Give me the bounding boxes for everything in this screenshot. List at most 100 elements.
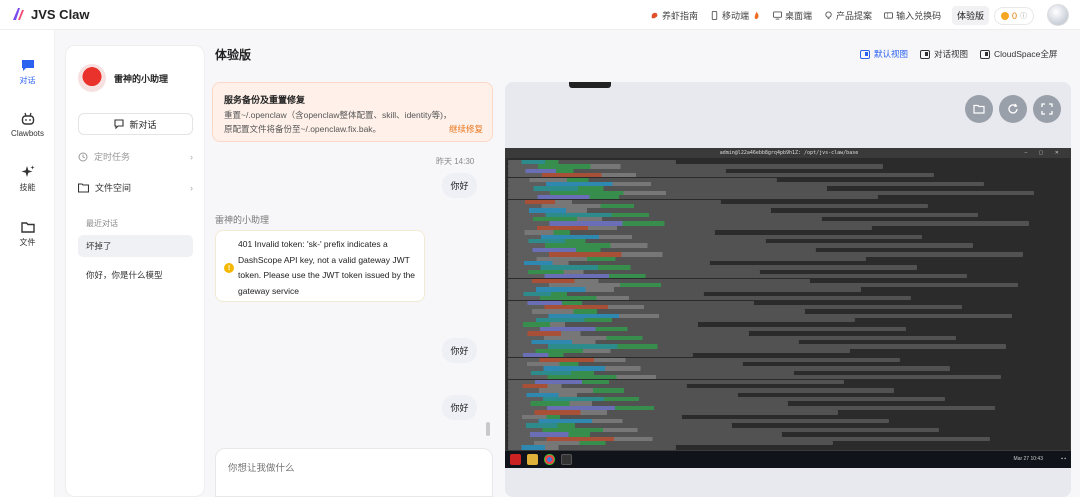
continue-repair-button[interactable]: 继续修复: [449, 123, 483, 135]
view-default[interactable]: 默认视图: [860, 48, 908, 60]
user-message: 你好: [442, 338, 477, 363]
ticket-icon: [884, 12, 894, 19]
rail-item-clawbots[interactable]: Clawbots: [0, 112, 55, 138]
terminal-line: [508, 274, 968, 279]
recent-title: 最近对话: [86, 219, 118, 228]
desktop-icon: [773, 11, 783, 20]
terminal-line: [508, 410, 839, 415]
folder-icon: [973, 104, 985, 114]
new-chat-icon: [114, 119, 125, 129]
view-cloudspace-fullscreen[interactable]: CloudSpace全屏: [980, 48, 1057, 60]
fullscreen-view-icon: [980, 49, 991, 59]
chevron-right-icon: ›: [190, 151, 193, 162]
terminal-line: [508, 375, 1001, 380]
tray-icon: ▪ ▪: [1061, 456, 1066, 462]
bot-name: 雷神的小助理: [215, 215, 270, 225]
claw-logo-icon: [13, 8, 24, 20]
nav-proposal[interactable]: 产品提案: [824, 9, 872, 22]
fire-icon: [754, 11, 759, 20]
terminal-line: [508, 186, 828, 191]
terminal-line: [508, 208, 772, 213]
view-switcher: 默认视图 对话视图 CloudSpace全屏: [860, 48, 1057, 60]
terminal-line: [508, 287, 861, 292]
plan-area: 体验版 0 ⓘ: [952, 6, 1035, 25]
remote-folder-button[interactable]: [965, 95, 993, 123]
assistant-name: 雷神的小助理: [114, 73, 169, 84]
terminal-window[interactable]: admin@l22a46ebb8grq4pb9h1Z: /opt/jvs-cla…: [505, 148, 1071, 451]
plan-badge[interactable]: 体验版: [952, 6, 990, 25]
warning-icon: !: [224, 263, 234, 273]
left-rail: 对话 Clawbots 技能 文件: [0, 30, 55, 497]
credits-badge[interactable]: 0 ⓘ: [994, 6, 1035, 25]
chevron-right-icon: ›: [190, 182, 193, 193]
recent-conversation-item[interactable]: 你好，你是什么模型: [78, 264, 193, 286]
chat-view-icon: [920, 49, 931, 59]
terminal-line: [508, 252, 1024, 257]
remote-screen[interactable]: admin@l22a46ebb8grq4pb9h1Z: /opt/jvs-cla…: [505, 148, 1071, 468]
user-message: 你好: [442, 173, 477, 198]
file-space-item[interactable]: 文件空间 ›: [78, 181, 193, 194]
remote-fullscreen-button[interactable]: [1033, 95, 1061, 123]
start-icon[interactable]: [510, 454, 521, 465]
nav-mobile[interactable]: 移动端: [710, 9, 761, 22]
recent-conversation-item[interactable]: 坏掉了: [78, 235, 193, 257]
mobile-icon: [711, 11, 718, 20]
terminal-line: [508, 432, 783, 437]
chrome-icon[interactable]: [544, 454, 555, 465]
terminal-line: [508, 195, 878, 200]
assistant-header: 雷神的小助理: [78, 64, 168, 92]
remote-refresh-button[interactable]: [999, 95, 1027, 123]
info-icon: ⓘ: [1020, 12, 1028, 20]
message-timestamp: 昨天 14:30: [436, 157, 475, 166]
view-chat[interactable]: 对话视图: [920, 48, 968, 60]
terminal-line: [508, 173, 934, 178]
assistant-avatar: [78, 64, 106, 92]
nav-desktop[interactable]: 桌面端: [773, 9, 812, 22]
folder-icon: [78, 182, 89, 193]
files-icon[interactable]: [527, 454, 538, 465]
brand[interactable]: JVS Claw: [10, 6, 90, 22]
chat-scrollbar[interactable]: [486, 422, 490, 436]
remote-handle[interactable]: [569, 82, 611, 88]
brand-name: JVS Claw: [31, 6, 90, 22]
folder-icon: [20, 222, 35, 233]
terminal-output: [508, 160, 1068, 450]
lightbulb-icon: [825, 11, 832, 20]
split-view-icon: [860, 49, 870, 59]
banner-title: 服务备份及重置修复: [224, 95, 306, 105]
cloudspace-remote-desktop[interactable]: admin@l22a46ebb8grq4pb9h1Z: /opt/jvs-cla…: [505, 82, 1071, 497]
terminal-line: [508, 296, 912, 301]
rail-item-files[interactable]: 文件: [0, 220, 55, 248]
banner-body: 重置~/.openclaw（含openclaw整体配置、skill、identi…: [224, 110, 452, 134]
coin-icon: [1001, 11, 1010, 20]
message-composer: [215, 448, 493, 497]
conversation-sidebar: 雷神的小助理 新对话 定时任务 › 文件空间 › 最近对话 坏掉了 你好，你是什…: [65, 45, 205, 497]
bot-icon: [21, 112, 34, 125]
credits-value: 0: [1012, 10, 1018, 21]
user-avatar[interactable]: [1047, 4, 1069, 26]
top-bar: JVS Claw 养虾指南 移动端 桌面端 产品提案 输入兑换码 体验版 0 ⓘ: [0, 0, 1080, 30]
terminal-title: admin@l22a46ebb8grq4pb9h1Z: /opt/jvs-cla…: [506, 149, 1071, 158]
terminal-icon[interactable]: [561, 454, 572, 465]
terminal-line: [508, 353, 693, 358]
terminal-line: [508, 309, 805, 314]
new-chat-button[interactable]: 新对话: [78, 113, 193, 135]
sparkle-icon: [21, 165, 34, 177]
shrimp-icon: [651, 12, 658, 19]
window-controls-icon[interactable]: – ▢ ✕: [1025, 150, 1064, 156]
page-title: 体验版: [215, 48, 252, 62]
repair-banner: 服务备份及重置修复 重置~/.openclaw（含openclaw整体配置、sk…: [212, 82, 493, 142]
message-input[interactable]: [228, 463, 478, 474]
rail-item-skills[interactable]: 技能: [0, 165, 55, 193]
rail-item-chat[interactable]: 对话: [0, 58, 55, 86]
nav-redeem[interactable]: 输入兑换码: [884, 9, 941, 22]
expand-icon: [1041, 103, 1053, 115]
clock-icon: [78, 152, 88, 161]
user-message: 你好: [442, 395, 477, 420]
nav-guide[interactable]: 养虾指南: [650, 9, 698, 22]
refresh-icon: [1008, 103, 1018, 114]
remote-taskbar: Mar 27 10:43 ▪ ▪: [505, 451, 1071, 468]
terminal-line: [508, 331, 749, 336]
scheduled-tasks-item[interactable]: 定时任务 ›: [78, 150, 193, 163]
bot-message-text: 401 Invalid token: 'sk-' prefix indicate…: [238, 239, 416, 296]
